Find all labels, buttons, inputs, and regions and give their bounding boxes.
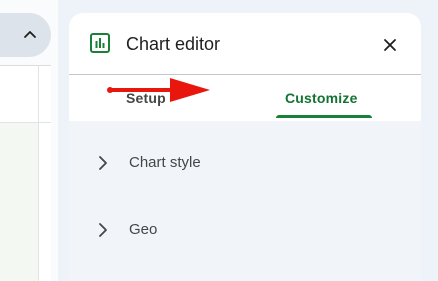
tab-setup[interactable]: Setup	[126, 75, 166, 121]
grid-line	[38, 66, 39, 281]
chart-editor-title: Chart editor	[126, 34, 221, 54]
sheet-cell-range	[0, 123, 38, 281]
close-icon	[384, 39, 396, 51]
chart-editor-panel: Chart editor Setup Customize Chart style	[69, 13, 421, 281]
section-geo[interactable]: Geo	[69, 204, 421, 256]
section-label: Geo	[129, 221, 158, 238]
chart-editor-header: Chart editor	[69, 13, 421, 74]
chevron-right-icon	[99, 156, 107, 170]
collapse-button[interactable]	[0, 13, 51, 57]
app-root: Chart editor Setup Customize Chart style	[0, 0, 438, 281]
section-chart-style[interactable]: Chart style	[69, 137, 421, 189]
spreadsheet-pane	[0, 0, 58, 281]
section-label: Chart style	[129, 154, 201, 171]
grid-line	[0, 122, 51, 123]
chevron-up-icon	[23, 31, 36, 38]
active-tab-indicator	[276, 115, 372, 118]
close-button[interactable]	[379, 34, 401, 56]
editor-tabs: Setup Customize	[69, 75, 421, 121]
sheet-grid[interactable]	[0, 65, 51, 281]
chart-icon	[90, 33, 110, 53]
chevron-right-icon	[99, 223, 107, 237]
customize-sections: Chart style Geo	[69, 121, 421, 281]
